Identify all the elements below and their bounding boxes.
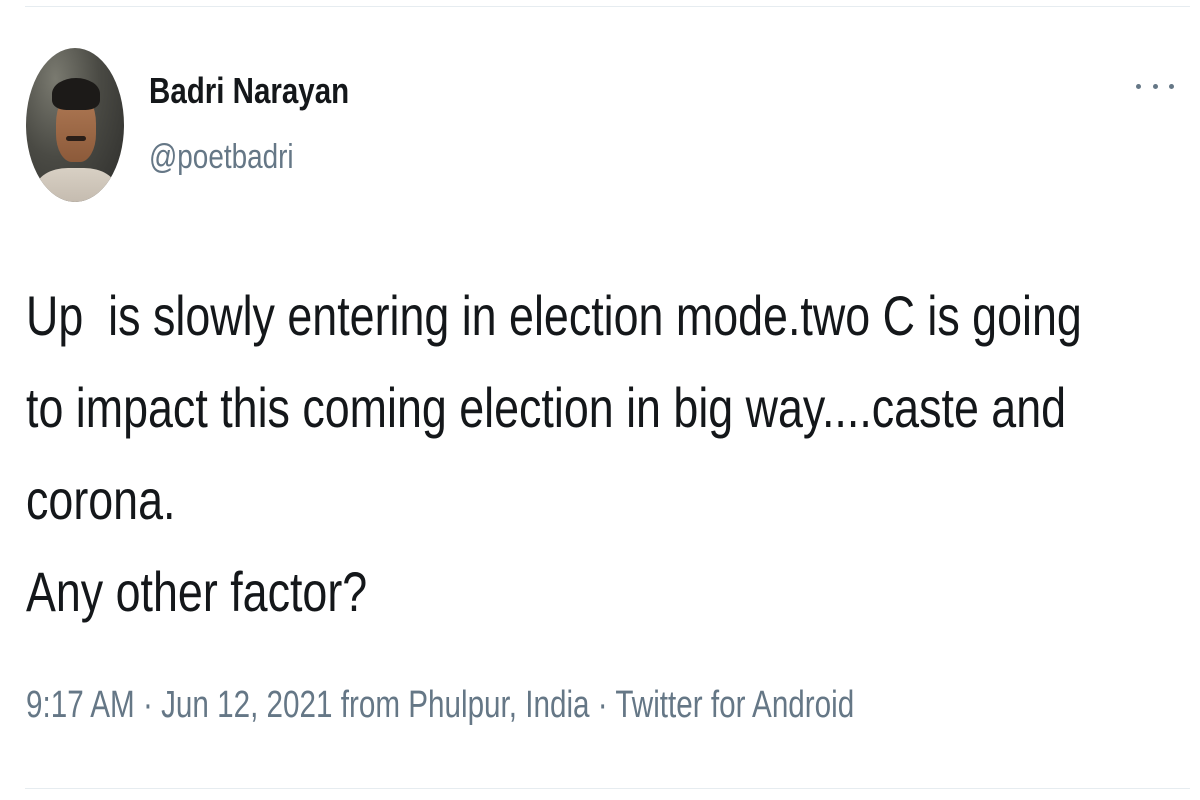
more-options-icon[interactable] — [1136, 74, 1174, 98]
author-display-name[interactable]: Badri Narayan — [149, 70, 349, 112]
tweet-source-link[interactable]: Twitter for Android — [615, 684, 854, 726]
tweet-text-line: to impact this coming election in big wa… — [26, 376, 1067, 439]
tweet-text: Up is slowly entering in election mode.t… — [26, 270, 1106, 638]
avatar[interactable] — [26, 48, 124, 202]
meta-separator: · — [597, 684, 616, 726]
avatar-hair — [52, 78, 100, 110]
more-dot — [1169, 83, 1174, 89]
more-dot — [1152, 83, 1158, 89]
tweet-metadata: 9:17 AM · Jun 12, 2021 from Phulpur, Ind… — [26, 684, 854, 727]
tweet-date-location-link[interactable]: Jun 12, 2021 from Phulpur, India — [161, 684, 589, 726]
avatar-shirt — [36, 168, 116, 202]
tweet-text-line: corona. — [26, 468, 176, 531]
tweet-text-line: Any other factor? — [26, 560, 368, 623]
bottom-divider — [25, 788, 1190, 789]
more-dot — [1136, 83, 1141, 89]
meta-separator: · — [142, 684, 162, 726]
author-handle[interactable]: @poetbadri — [149, 138, 294, 177]
tweet-time-link[interactable]: 9:17 AM — [26, 684, 135, 726]
tweet-card: Badri Narayan @poetbadri Up is slowly en… — [0, 0, 1200, 800]
avatar-moustache — [66, 136, 86, 141]
tweet-text-line: Up is slowly entering in election mode.t… — [26, 284, 1082, 347]
top-divider — [25, 6, 1190, 7]
